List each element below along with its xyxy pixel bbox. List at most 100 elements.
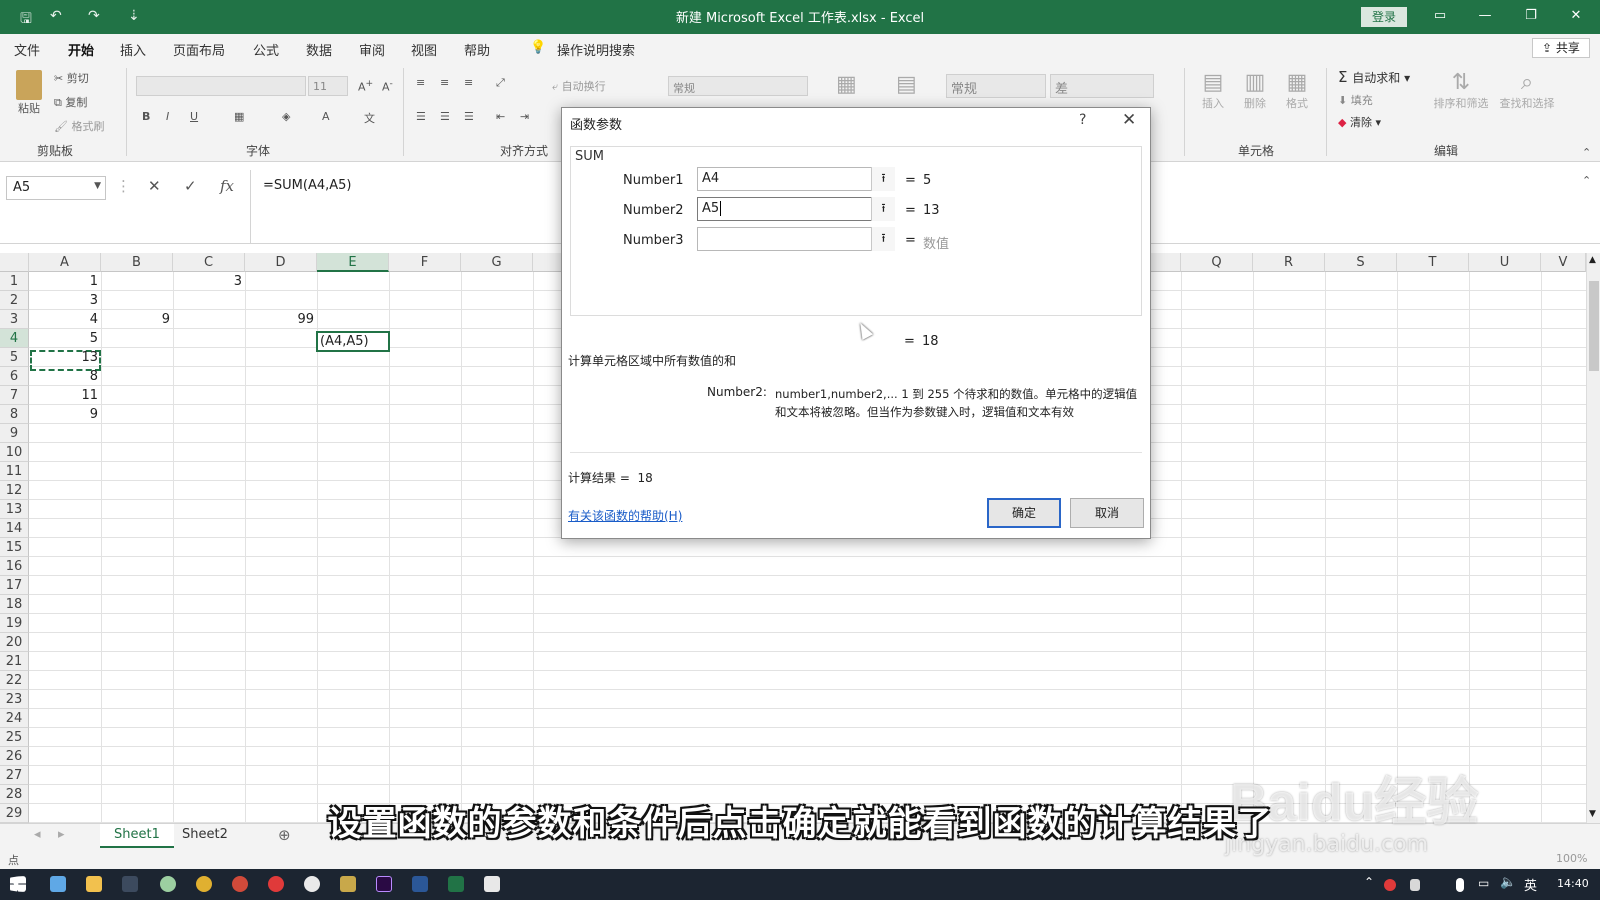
row-header[interactable]: 11	[0, 462, 29, 481]
vertical-scrollbar[interactable]: ▲ ▼	[1586, 253, 1600, 823]
cancel-formula-icon[interactable]: ✕	[148, 177, 161, 195]
row-header[interactable]: 25	[0, 728, 29, 747]
row-header[interactable]: 10	[0, 443, 29, 462]
orientation-icon[interactable]: ⤢	[496, 76, 505, 90]
windows-start-icon[interactable]	[10, 876, 26, 892]
taskbar-app-icon[interactable]	[484, 876, 500, 892]
row-header[interactable]: 22	[0, 671, 29, 690]
style-normal[interactable]: 常规	[946, 74, 1046, 98]
tab-help[interactable]: 帮助	[464, 40, 490, 59]
col-header-v[interactable]: V	[1541, 253, 1586, 272]
row-header[interactable]: 17	[0, 576, 29, 595]
cell-a2[interactable]: 3	[29, 291, 101, 310]
format-cells-button[interactable]: ▦ 格式	[1282, 70, 1312, 111]
share-button[interactable]: ⇪ 共享	[1532, 38, 1590, 58]
taskbar-app-icon[interactable]	[340, 876, 356, 892]
row-header[interactable]: 15	[0, 538, 29, 557]
clear-button[interactable]: ◆ 清除 ▾	[1338, 114, 1381, 130]
collapse-formula-icon[interactable]: ⌃	[1582, 174, 1591, 187]
row-header[interactable]: 24	[0, 709, 29, 728]
zoom-level[interactable]: 100%	[1556, 852, 1587, 865]
tray-icon[interactable]	[1384, 879, 1396, 891]
paste-button[interactable]: 粘贴	[12, 70, 46, 116]
delete-cells-button[interactable]: ▥ 删除	[1240, 70, 1270, 111]
premiere-icon[interactable]	[376, 876, 392, 892]
align-right-icon[interactable]: ☰	[464, 110, 474, 123]
ime-icon[interactable]: 英	[1524, 875, 1537, 894]
collapse-dialog-icon[interactable]: ⭱	[871, 167, 895, 191]
col-header-d[interactable]: D	[245, 253, 317, 272]
row-header[interactable]: 6	[0, 367, 29, 386]
col-header-g[interactable]: G	[461, 253, 533, 272]
cell-a5[interactable]: 13	[29, 348, 101, 367]
insert-cells-button[interactable]: ▤ 插入	[1198, 70, 1228, 111]
collapse-dialog-icon[interactable]: ⭱	[871, 197, 895, 221]
cell-a6[interactable]: 8	[29, 367, 101, 386]
cell-a1[interactable]: 1	[29, 272, 101, 291]
minimize-button[interactable]: —	[1475, 8, 1495, 23]
row-header[interactable]: 23	[0, 690, 29, 709]
tab-page-layout[interactable]: 页面布局	[173, 40, 225, 59]
insert-function-icon[interactable]: fx	[220, 177, 234, 195]
sort-filter-button[interactable]: ⇅ 排序和筛选	[1430, 70, 1492, 111]
font-size-select[interactable]: 11	[308, 76, 348, 96]
close-dialog-icon[interactable]: ✕	[1122, 110, 1136, 130]
phonetic-icon[interactable]: 文	[364, 110, 375, 126]
volume-icon[interactable]: 🔈	[1500, 875, 1516, 890]
middle-align-icon[interactable]: ≡	[440, 76, 449, 89]
grow-font-icon[interactable]: A+	[358, 78, 373, 94]
taskbar-clock[interactable]: 14:40	[1557, 877, 1589, 890]
align-left-icon[interactable]: ☰	[416, 110, 426, 123]
col-header-c[interactable]: C	[173, 253, 245, 272]
row-header[interactable]: 4	[0, 329, 29, 348]
word-icon[interactable]	[412, 876, 428, 892]
row-header[interactable]: 18	[0, 595, 29, 614]
arg-input-number3[interactable]	[697, 227, 895, 251]
col-header-f[interactable]: F	[389, 253, 461, 272]
row-header[interactable]: 7	[0, 386, 29, 405]
col-header-t[interactable]: T	[1397, 253, 1469, 272]
chevron-down-icon[interactable]: ▼	[94, 181, 101, 191]
number-format-select[interactable]: 常规	[668, 76, 808, 96]
tab-home[interactable]: 开始	[68, 40, 95, 64]
file-explorer-icon[interactable]	[86, 876, 102, 892]
border-icon[interactable]: ▦	[234, 110, 244, 123]
taskbar-app-icon[interactable]	[268, 876, 284, 892]
cancel-button[interactable]: 取消	[1070, 498, 1144, 528]
cell-a3[interactable]: 4	[29, 310, 101, 329]
tray-chevron-icon[interactable]: ⌃	[1364, 875, 1374, 889]
top-align-icon[interactable]: ≡	[416, 76, 425, 89]
taskbar-app-icon[interactable]	[232, 876, 248, 892]
copy-button[interactable]: ⧉ 复制	[54, 94, 87, 110]
excel-icon[interactable]	[448, 876, 464, 892]
taskbar-app-icon[interactable]	[304, 876, 320, 892]
row-header[interactable]: 20	[0, 633, 29, 652]
autosum-button[interactable]: Σ 自动求和 ▾	[1338, 68, 1410, 86]
row-header[interactable]: 21	[0, 652, 29, 671]
network-icon[interactable]: ▭	[1478, 876, 1489, 890]
tab-file[interactable]: 文件	[14, 40, 40, 59]
tab-review[interactable]: 审阅	[359, 40, 385, 59]
find-select-button[interactable]: ⌕ 查找和选择	[1496, 70, 1558, 111]
style-bad[interactable]: 差	[1050, 74, 1154, 98]
col-header-e[interactable]: E	[317, 253, 389, 272]
row-header[interactable]: 2	[0, 291, 29, 310]
row-header[interactable]: 14	[0, 519, 29, 538]
col-header-r[interactable]: R	[1253, 253, 1325, 272]
cell-c1[interactable]: 3	[173, 272, 245, 291]
arg-input-number1[interactable]: A4	[697, 167, 895, 191]
fill-button[interactable]: ⬇ 填充	[1338, 92, 1373, 108]
fill-color-icon[interactable]: ◈	[282, 110, 290, 123]
arg-input-number2[interactable]: A5	[697, 197, 895, 221]
ok-button[interactable]: 确定	[987, 498, 1061, 528]
tell-me-search[interactable]: 操作说明搜索	[557, 40, 635, 59]
function-help-link[interactable]: 有关该函数的帮助(H)	[568, 507, 682, 524]
italic-button[interactable]: I	[166, 110, 169, 123]
outdent-icon[interactable]: ⇥	[520, 110, 529, 123]
col-header-q[interactable]: Q	[1181, 253, 1253, 272]
cell-b3[interactable]: 9	[101, 310, 173, 329]
col-header-u[interactable]: U	[1469, 253, 1541, 272]
wrap-text-button[interactable]: ⤶ 自动换行	[552, 78, 606, 94]
tab-formulas[interactable]: 公式	[253, 40, 279, 59]
ribbon-display-icon[interactable]: ▭	[1430, 8, 1450, 23]
